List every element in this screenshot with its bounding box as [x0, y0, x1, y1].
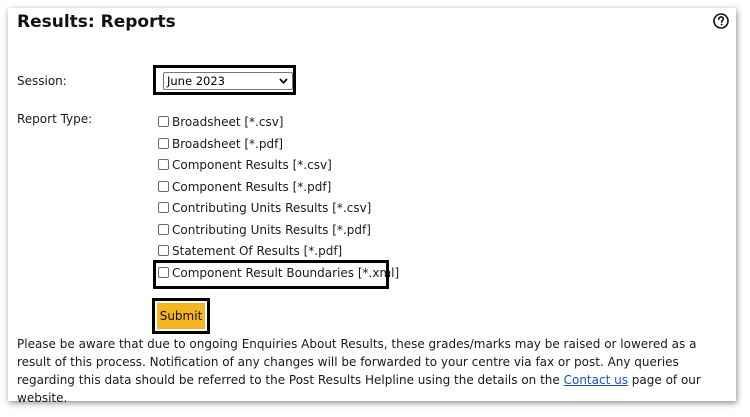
submit-highlight-box: Submit [152, 298, 210, 334]
results-notice: Please be aware that due to ongoing Enqu… [17, 335, 729, 407]
option-contributing-units-csv[interactable]: Contributing Units Results [*.csv] [158, 199, 371, 217]
session-select[interactable]: June 2023 [163, 72, 293, 90]
option-label: Component Results [*.csv] [172, 158, 332, 172]
chevron-down-icon [279, 78, 288, 84]
session-label: Session: [17, 74, 67, 88]
checkbox[interactable] [158, 180, 169, 192]
option-component-results-csv[interactable]: Component Results [*.csv] [158, 156, 332, 174]
option-broadsheet-pdf[interactable]: Broadsheet [*.pdf] [158, 135, 283, 153]
option-contributing-units-pdf[interactable]: Contributing Units Results [*.pdf] [158, 221, 371, 239]
option-label: Component Results [*.pdf] [172, 179, 332, 194]
option-label: Contributing Units Results [*.pdf] [172, 222, 371, 237]
session-highlight-box: June 2023 [153, 65, 296, 95]
contact-us-link[interactable]: Contact us [564, 373, 628, 387]
results-reports-panel: Results: Reports Session: June 2023 Repo… [8, 8, 736, 405]
checkbox[interactable] [158, 245, 169, 256]
boundaries-highlight-box [153, 260, 389, 289]
checkbox[interactable] [158, 116, 169, 127]
option-label: Broadsheet [*.csv] [172, 115, 284, 129]
submit-button[interactable]: Submit [157, 303, 205, 329]
checkbox[interactable] [158, 223, 169, 235]
option-label: Contributing Units Results [*.csv] [172, 201, 372, 215]
report-type-label: Report Type: [17, 112, 93, 126]
checkbox[interactable] [158, 137, 169, 149]
option-label: Broadsheet [*.pdf] [172, 136, 283, 151]
checkbox[interactable] [158, 202, 169, 213]
option-statement-of-results-pdf[interactable]: Statement Of Results [*.pdf] [158, 242, 342, 260]
page-title: Results: Reports [17, 12, 176, 32]
help-circle-icon[interactable] [713, 13, 729, 29]
option-label: Statement Of Results [*.pdf] [172, 244, 343, 258]
option-component-results-pdf[interactable]: Component Results [*.pdf] [158, 178, 331, 196]
checkbox[interactable] [158, 159, 169, 170]
option-broadsheet-csv[interactable]: Broadsheet [*.csv] [158, 113, 284, 131]
session-selected-value: June 2023 [167, 74, 225, 88]
